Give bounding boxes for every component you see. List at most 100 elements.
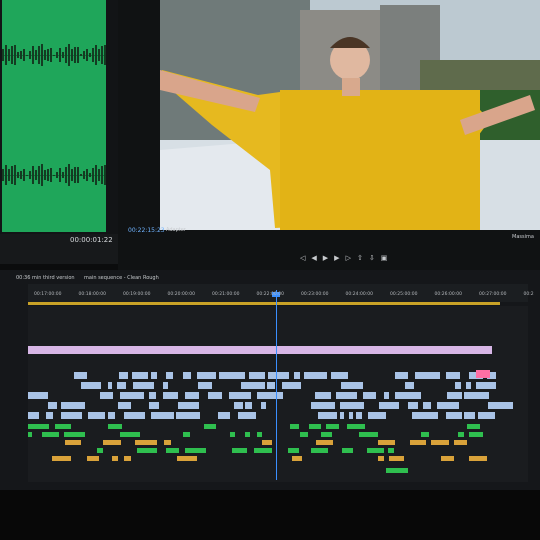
timeline-clip[interactable] bbox=[440, 456, 454, 461]
timeline-clip[interactable] bbox=[469, 456, 487, 461]
timeline-clip[interactable] bbox=[87, 412, 106, 419]
timeline-clip[interactable] bbox=[218, 412, 230, 419]
timeline-clip[interactable] bbox=[253, 448, 272, 453]
timeline-clip[interactable] bbox=[290, 424, 299, 429]
timeline-clip[interactable] bbox=[356, 412, 363, 419]
timeline-clip[interactable] bbox=[377, 440, 396, 445]
timeline-clip[interactable] bbox=[176, 412, 200, 419]
timeline-clip[interactable] bbox=[166, 372, 173, 379]
timeline-clip[interactable] bbox=[423, 402, 431, 409]
timeline-clip[interactable] bbox=[164, 440, 172, 445]
timeline-clip[interactable] bbox=[466, 382, 471, 389]
timeline-clip[interactable] bbox=[163, 382, 168, 389]
timeline-clip[interactable] bbox=[388, 448, 394, 453]
timeline-clip[interactable] bbox=[231, 448, 247, 453]
timeline-clip[interactable] bbox=[464, 392, 490, 399]
timeline-clip[interactable] bbox=[183, 432, 191, 437]
timeline-clip[interactable] bbox=[336, 392, 357, 399]
timeline-clip[interactable] bbox=[208, 392, 222, 399]
timeline-clip[interactable] bbox=[241, 382, 265, 389]
timeline-clip[interactable] bbox=[119, 372, 129, 379]
timeline-clip[interactable] bbox=[55, 424, 72, 429]
timeline-clip[interactable] bbox=[86, 456, 99, 461]
timeline-clip[interactable] bbox=[326, 424, 340, 429]
timeline-clip[interactable] bbox=[288, 448, 299, 453]
sequence-tab-1[interactable]: 00:36 min third version bbox=[16, 275, 75, 281]
timeline-clip[interactable] bbox=[318, 412, 337, 419]
timeline-clip[interactable] bbox=[112, 456, 119, 461]
timeline-clip[interactable] bbox=[166, 448, 180, 453]
timeline-clip[interactable] bbox=[454, 382, 462, 389]
timeline-clip[interactable] bbox=[476, 370, 490, 378]
timeline-clip[interactable] bbox=[367, 412, 387, 419]
timeline-clip[interactable] bbox=[47, 402, 57, 409]
sequence-tab-2[interactable]: main sequence - Clean Rough bbox=[84, 275, 159, 281]
timeline-clip[interactable] bbox=[341, 382, 364, 389]
timeline-clip[interactable] bbox=[300, 432, 309, 437]
timeline-clip[interactable] bbox=[395, 392, 421, 399]
timeline-clip[interactable] bbox=[384, 392, 390, 399]
timeline-clip[interactable] bbox=[150, 412, 174, 419]
step-back-icon[interactable]: ◀ bbox=[311, 254, 316, 264]
timeline-clip[interactable] bbox=[408, 402, 419, 409]
timeline-clip[interactable] bbox=[339, 402, 365, 409]
timeline-clip[interactable] bbox=[291, 456, 303, 461]
timeline-clip[interactable] bbox=[476, 382, 497, 389]
timeline-clip[interactable] bbox=[42, 432, 59, 437]
timeline-clip[interactable] bbox=[120, 432, 141, 437]
timeline-clip[interactable] bbox=[378, 456, 384, 461]
timeline-clip[interactable] bbox=[430, 440, 449, 445]
timeline-clip[interactable] bbox=[386, 468, 408, 473]
timeline-clip[interactable] bbox=[108, 424, 123, 429]
timeline-clip[interactable] bbox=[314, 392, 332, 399]
timeline-clip[interactable] bbox=[117, 382, 126, 389]
timeline-clip[interactable] bbox=[238, 412, 256, 419]
timeline-clip[interactable] bbox=[149, 402, 159, 409]
timeline-clip[interactable] bbox=[437, 402, 459, 409]
mark-in-icon[interactable]: ◁ bbox=[300, 254, 305, 264]
play-icon[interactable]: ▶ bbox=[323, 254, 328, 264]
timeline-clip[interactable] bbox=[219, 372, 246, 379]
timeline-clip[interactable] bbox=[421, 432, 430, 437]
timeline-clip[interactable] bbox=[468, 432, 483, 437]
playhead[interactable] bbox=[276, 290, 277, 480]
timeline-clip[interactable] bbox=[197, 372, 216, 379]
timeline-clip[interactable] bbox=[282, 382, 301, 389]
timeline-clip[interactable] bbox=[454, 440, 467, 445]
timeline-clip[interactable] bbox=[342, 448, 354, 453]
timeline-clip[interactable] bbox=[330, 372, 349, 379]
timeline-clip[interactable] bbox=[28, 424, 50, 429]
timeline-clip[interactable] bbox=[28, 346, 492, 354]
timeline-clip[interactable] bbox=[229, 432, 236, 437]
timeline-clip[interactable] bbox=[162, 392, 178, 399]
timeline-clip[interactable] bbox=[311, 402, 335, 409]
timeline-clip[interactable] bbox=[362, 392, 377, 399]
timeline-clip[interactable] bbox=[131, 372, 149, 379]
timeline-clip[interactable] bbox=[445, 372, 461, 379]
work-area-bar[interactable] bbox=[28, 302, 500, 305]
timeline-clip[interactable] bbox=[52, 456, 72, 461]
timeline-clip[interactable] bbox=[414, 372, 440, 379]
timeline-clip[interactable] bbox=[61, 412, 82, 419]
timeline-clip[interactable] bbox=[446, 392, 463, 399]
export-frame-icon[interactable]: ▣ bbox=[381, 254, 388, 264]
timeline-clip[interactable] bbox=[28, 412, 40, 419]
timeline-clip[interactable] bbox=[260, 402, 266, 409]
timeline-clip[interactable] bbox=[339, 412, 344, 419]
timeline-clip[interactable] bbox=[445, 412, 463, 419]
timeline-clip[interactable] bbox=[310, 448, 329, 453]
step-forward-icon[interactable]: ▶ bbox=[334, 254, 339, 264]
timeline-clip[interactable] bbox=[81, 382, 102, 389]
playback-quality-dropdown[interactable]: Massima bbox=[512, 234, 534, 240]
timeline-clip[interactable] bbox=[257, 432, 262, 437]
timeline-clip[interactable] bbox=[151, 372, 157, 379]
timeline-clip[interactable] bbox=[97, 448, 104, 453]
timeline-clip[interactable] bbox=[405, 382, 415, 389]
timeline-clip[interactable] bbox=[349, 412, 354, 419]
timeline-clip[interactable] bbox=[99, 392, 114, 399]
timeline-clip[interactable] bbox=[248, 372, 265, 379]
timeline-clip[interactable] bbox=[411, 412, 438, 419]
timeline-clip[interactable] bbox=[262, 440, 272, 445]
mark-out-icon[interactable]: ▷ bbox=[346, 254, 351, 264]
timeline-clip[interactable] bbox=[148, 392, 156, 399]
